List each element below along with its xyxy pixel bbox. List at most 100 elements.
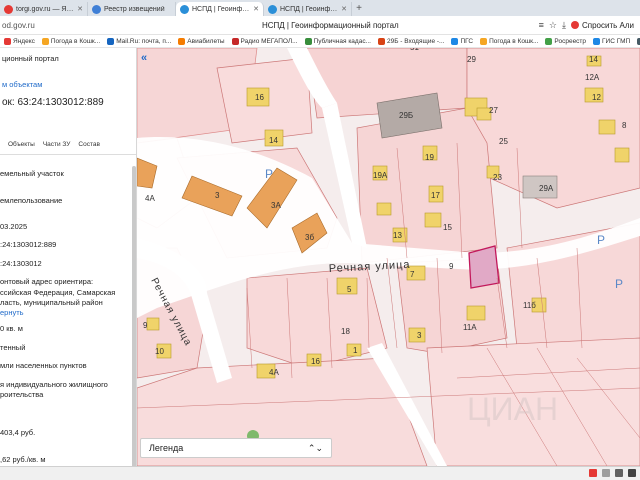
svg-text:4А: 4А: [145, 194, 155, 203]
bookmark-label: Публичная кадас...: [313, 37, 371, 45]
svg-text:1: 1: [353, 346, 358, 355]
svg-text:12: 12: [592, 93, 601, 102]
bookmark-item[interactable]: Mail.Ru: почта, п...: [107, 37, 171, 45]
svg-text:29А: 29А: [539, 184, 554, 193]
bookmark-item[interactable]: Радио МЕГАПОЛ...: [231, 37, 298, 45]
system-tray: [589, 469, 636, 477]
close-icon[interactable]: ✕: [77, 5, 83, 13]
info-use-line1: я индивидуального жилищного: [0, 380, 108, 389]
svg-text:9: 9: [449, 262, 454, 271]
download-icon[interactable]: ⤓: [562, 20, 566, 31]
svg-text:4А: 4А: [269, 368, 279, 377]
svg-text:15: 15: [443, 223, 452, 232]
bookmark-item[interactable]: Росреестр: [545, 37, 587, 45]
tab-reestr[interactable]: Реестр извещений: [88, 2, 176, 16]
alice-icon: [570, 21, 579, 29]
tray-icon[interactable]: [589, 469, 597, 477]
legend-dropdown[interactable]: Легенда ⌃⌄: [140, 438, 332, 458]
bookmark-label: Авиабилеты: [187, 37, 225, 45]
bookmark-item[interactable]: ГИС ГМП: [593, 37, 630, 45]
collapse-link[interactable]: ернуть: [0, 308, 24, 317]
svg-text:5: 5: [347, 285, 352, 294]
tray-icon[interactable]: [602, 469, 610, 477]
close-icon[interactable]: ✕: [341, 5, 347, 13]
svg-text:11б: 11б: [523, 301, 536, 310]
bookmark-item[interactable]: ПГС: [451, 37, 473, 45]
svg-text:12А: 12А: [585, 73, 600, 82]
bookmark-favicon-icon: [545, 37, 553, 45]
info-address-line1: ссийская Федерация, Самарская: [0, 288, 116, 297]
ask-ai-button[interactable]: Спросить Али: [570, 21, 634, 30]
map-view[interactable]: 16 14 4А 3 3А 3б 29 29Б 27 25 19 19А 17 23 29А 15 1…: [137, 48, 640, 466]
svg-text:29: 29: [467, 55, 476, 64]
svg-text:11А: 11А: [463, 323, 477, 332]
tab-label: НСПД | Геоинформацио: [192, 5, 251, 13]
url-field[interactable]: od.gov.ru: [2, 21, 122, 30]
collapse-panel-icon[interactable]: «: [141, 52, 147, 64]
svg-text:51: 51: [410, 48, 419, 52]
bookmark-label: 29Б - Входящие -...: [387, 37, 445, 45]
bookmark-item[interactable]: Публичная кадас...: [304, 37, 371, 45]
svg-text:13: 13: [393, 231, 402, 240]
bookmark-item[interactable]: 29Б - Входящие -...: [378, 37, 445, 45]
svg-text:7: 7: [410, 270, 415, 279]
svg-text:19А: 19А: [373, 171, 388, 180]
bookmark-label: Радио МЕГАПОЛ...: [240, 37, 298, 45]
panel-scrollbar[interactable]: [132, 166, 136, 471]
watermark: ЦИАН: [467, 391, 558, 427]
tab-favicon-icon: [4, 4, 13, 14]
tab-parts[interactable]: Части ЗУ: [43, 141, 71, 154]
svg-text:25: 25: [499, 137, 508, 146]
tab-favicon-icon: [92, 4, 101, 14]
tab-favicon-icon: [180, 4, 189, 14]
info-status: тенный: [0, 343, 26, 352]
browser-tabbar: torgi.gov.ru — Яндекс:на ✕ Реестр извеще…: [0, 0, 640, 16]
bookmark-favicon-icon: [107, 37, 115, 45]
parking-icon: P: [615, 277, 623, 291]
svg-text:17: 17: [431, 191, 440, 200]
svg-text:19: 19: [425, 153, 434, 162]
bookmark-item[interactable]: Яндекс: [4, 37, 35, 45]
tab-nspd-active[interactable]: НСПД | Геоинформацио ✕: [176, 2, 264, 16]
bookmark-favicon-icon: [178, 37, 186, 45]
tab-favicon-icon: [268, 4, 277, 14]
back-to-objects-link[interactable]: м объектам: [2, 80, 42, 89]
tray-icon[interactable]: [615, 469, 623, 477]
svg-text:29Б: 29Б: [399, 111, 413, 120]
svg-text:16: 16: [311, 357, 320, 366]
info-date: 03.2025: [0, 222, 28, 231]
tab-nspd[interactable]: НСПД | Геоинформацио ✕: [264, 2, 352, 16]
bookmark-favicon-icon: [231, 37, 239, 45]
parking-icon: P: [597, 233, 605, 247]
info-cadnum: :24:1303012:889: [0, 240, 57, 249]
bookmark-item[interactable]: Погода в Кошк...: [41, 37, 101, 45]
new-tab-button[interactable]: +: [352, 3, 366, 14]
map-canvas[interactable]: 16144А 33А3б 2929Б27 251919А 172329А 151…: [137, 48, 640, 466]
info-type: емельный участок: [0, 169, 64, 178]
info-area: 0 кв. м: [0, 324, 23, 333]
bookmark-favicon-icon: [378, 37, 385, 45]
tray-icon[interactable]: [628, 469, 636, 477]
bookmark-item[interactable]: Авиабилеты: [178, 37, 225, 45]
tab-objects[interactable]: Объекты: [8, 141, 35, 154]
bookmark-icon[interactable]: ☆: [549, 20, 557, 31]
bookmark-item[interactable]: Погода в Кошк...: [480, 37, 538, 45]
menu-icon[interactable]: ≡: [539, 20, 544, 30]
bookmark-label: Погода в Кошк...: [50, 37, 101, 45]
info-cost-per-m: ,62 руб./кв. м: [0, 455, 46, 464]
tab-torgi[interactable]: torgi.gov.ru — Яндекс:на ✕: [0, 2, 88, 16]
cadastral-number: ок: 63:24:1303012:889: [2, 97, 104, 108]
tab-composition[interactable]: Состав: [78, 141, 100, 154]
svg-text:3б: 3б: [305, 233, 314, 242]
info-address-line2: ласть, муниципальный район: [0, 298, 103, 307]
info-category: мли населенных пунктов: [0, 361, 87, 370]
svg-text:8: 8: [622, 121, 627, 130]
info-cost: 403,4 руб.: [0, 428, 36, 437]
bookmark-favicon-icon: [41, 37, 49, 45]
svg-text:9: 9: [143, 321, 148, 330]
bookmark-label: Яндекс: [13, 37, 35, 45]
tab-label: torgi.gov.ru — Яндекс:на: [16, 5, 75, 13]
bookmark-favicon-icon: [304, 37, 312, 45]
close-icon[interactable]: ✕: [253, 5, 259, 13]
bookmark-label: Росреестр: [554, 37, 587, 45]
